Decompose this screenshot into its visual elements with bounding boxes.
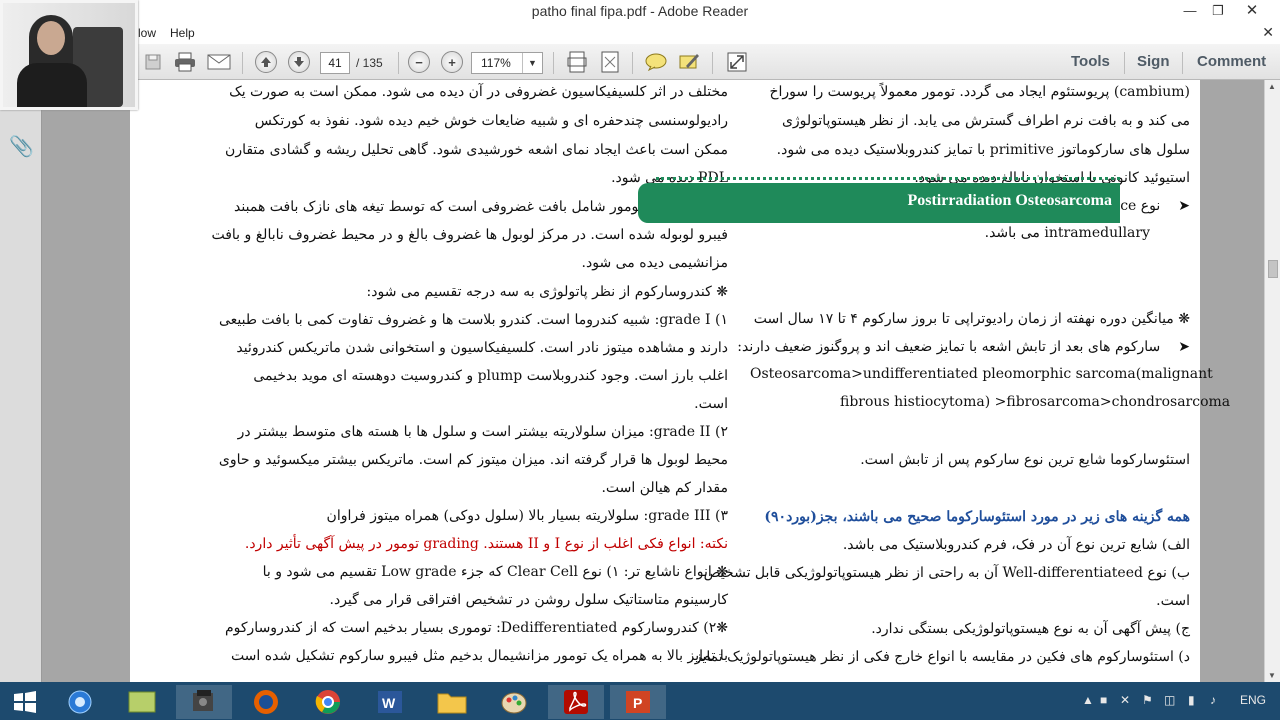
scrollbar-thumb[interactable] [1268, 260, 1278, 278]
page-total-label: / 135 [356, 56, 383, 70]
fit-width-icon[interactable] [597, 50, 623, 74]
text-line: سارکوم های بعد از تابش اشعه با تمایز ضعی… [737, 339, 1161, 355]
scroll-down-icon[interactable]: ▼ [1268, 671, 1276, 680]
title-bar: patho final fipa.pdf - Adobe Reader — ❐ … [0, 0, 1280, 24]
text-line: است. [1156, 593, 1190, 609]
taskbar: W P ▲ ■ ✕ ⚑ ◫ ▮ ♪ ENG [0, 682, 1280, 720]
text-line: ۲) grade II: میزان سلولاریته بیشتر است و… [237, 424, 728, 440]
navigation-panel: 📎 [0, 80, 42, 682]
powerpoint-icon[interactable]: P [610, 685, 666, 719]
toolbar: 41 / 135 − + 117% ▼ Tools Sign Comment [0, 44, 1280, 80]
close-document-icon[interactable]: ✕ [1262, 24, 1274, 41]
attachment-paperclip-icon[interactable]: 📎 [9, 134, 34, 159]
tray-overflow-icon[interactable]: ▲ [1082, 693, 1094, 707]
text-line: intramedullary می باشد. [984, 225, 1150, 241]
chevron-down-icon[interactable]: ▼ [522, 53, 542, 73]
text-line: Osteosarcoma>undifferentiated pleomorphi… [750, 366, 1213, 382]
text-line: ۳) grade III: سلولاریته بسیار بالا (سلول… [326, 508, 728, 524]
paint-icon[interactable] [486, 685, 542, 719]
highlight-pen-icon[interactable] [676, 50, 702, 74]
zoom-select[interactable]: 117% ▼ [471, 52, 543, 74]
zoom-value: 117% [481, 56, 511, 70]
zoom-in-button[interactable]: + [441, 51, 463, 73]
chrome-icon[interactable] [300, 685, 356, 719]
text-line: (cambium) پریوستئوم ایجاد می گردد. تومور… [769, 84, 1190, 100]
notes-app-icon[interactable] [114, 685, 170, 719]
svg-text:W: W [382, 695, 396, 711]
text-line: ب) نوع Well-differentiateed آن به راحتی … [703, 565, 1190, 581]
pdf-page: مختلف در اثر کلسیفیکاسیون غضروفی در آن د… [130, 80, 1230, 682]
tray-device-icon[interactable]: ◫ [1164, 693, 1175, 707]
camera-app-icon[interactable] [176, 685, 232, 719]
page-number-input[interactable]: 41 [320, 52, 350, 74]
next-page-button[interactable] [288, 51, 310, 73]
vertical-scrollbar[interactable]: ▲ ▼ [1264, 80, 1280, 682]
menu-bar: low Help ✕ [0, 24, 1280, 44]
firefox-icon[interactable] [238, 685, 294, 719]
full-screen-icon[interactable] [724, 50, 750, 74]
window-title: patho final fipa.pdf - Adobe Reader [531, 3, 749, 19]
menu-window[interactable]: low [138, 26, 156, 40]
word-icon[interactable]: W [362, 685, 418, 719]
section-banner: Postirradiation Osteosarcoma [638, 183, 1120, 223]
text-line: fibrous histiocytoma) >fibrosarcoma>chon… [840, 394, 1231, 410]
menu-help[interactable]: Help [170, 26, 195, 40]
adobe-reader-icon[interactable] [548, 685, 604, 719]
text-line: د) استئوسارکوم های فکین در مقایسه با انو… [694, 649, 1190, 665]
start-windows-icon[interactable] [0, 685, 50, 719]
tray-app-icon[interactable]: ■ [1100, 693, 1107, 707]
text-line: با تمایز بالا به همراه یک تومور مزانشیما… [230, 648, 728, 664]
comment-bubble-icon[interactable] [643, 50, 669, 74]
file-explorer-icon[interactable] [424, 685, 480, 719]
zoom-out-button[interactable]: − [408, 51, 430, 73]
webcam-overlay [0, 0, 138, 110]
text-line: ج) پیش آگهی آن به نوع هیستوپاتولوژیکی بس… [871, 621, 1190, 637]
close-window-button[interactable]: ✕ [1238, 0, 1266, 22]
section-divider [656, 177, 1120, 180]
previous-page-button[interactable] [255, 51, 277, 73]
text-line: مزانشیمی دیده می شود. [581, 255, 728, 271]
minimize-button[interactable]: — [1176, 0, 1204, 22]
text-line: می کند و به بافت نرم اطراف گسترش می یابد… [781, 113, 1190, 129]
tools-button[interactable]: Tools [1071, 53, 1110, 70]
network-status-icon[interactable]: ✕ [1120, 693, 1130, 707]
note-line: نکته: انواع فکی اغلب از نوع I و II هستند… [244, 536, 728, 552]
email-icon[interactable] [206, 50, 232, 74]
text-line: ❋ کندروسارکوم از نظر پاتولوژی به سه درجه… [366, 284, 728, 300]
document-viewport[interactable]: مختلف در اثر کلسیفیکاسیون غضروفی در آن د… [42, 80, 1264, 682]
globe-app-icon[interactable] [52, 685, 108, 719]
text-line: دارند و مشاهده میتوز نادر است. کلسیفیکاس… [236, 340, 728, 356]
text-line: ❋ میانگین دوره نهفته از زمان رادیوتراپی … [753, 311, 1190, 327]
comment-button[interactable]: Comment [1197, 53, 1266, 70]
bullet-line: ➤سارکوم های بعد از تابش اشعه با تمایز ضع… [737, 339, 1190, 355]
text-line: مقدار کم هیالن است. [601, 480, 728, 496]
text-line: کارسینوم متاستاتیک سلول روشن در تشخیص اف… [329, 592, 728, 608]
text-line: محیط لوبول ها قرار گرفته اند. میزان میتو… [218, 452, 728, 468]
text-line: ❋ انواع ناشایع تر: ۱) نوع Clear Cell که … [262, 564, 728, 580]
text-line: مختلف در اثر کلسیفیکاسیون غضروفی در آن د… [229, 84, 728, 100]
text-line: ۱) grade I: شبیه کندروما است. کندرو بلاس… [218, 312, 728, 328]
fit-page-icon[interactable] [564, 50, 590, 74]
text-line: اغلب بارز است. وجود کندروبلاست plump و ک… [253, 368, 728, 384]
save-icon[interactable] [140, 50, 166, 74]
power-icon[interactable]: ▮ [1188, 693, 1195, 707]
text-line: فیبرو لوبوله شده است. در مرکز لوبول ها غ… [211, 227, 728, 243]
text-line: الف) شایع ترین نوع آن در فک، فرم کندروبل… [842, 537, 1190, 553]
text-line: است. [694, 396, 728, 412]
print-icon[interactable] [172, 50, 198, 74]
scroll-up-icon[interactable]: ▲ [1268, 82, 1276, 91]
svg-text:P: P [633, 695, 642, 711]
question-line: همه گزینه های زیر در مورد استئوسارکوما ص… [764, 509, 1190, 525]
text-line: ممکن است باعث ایجاد نمای اشعه خورشیدی شو… [225, 142, 728, 158]
language-indicator[interactable]: ENG [1240, 693, 1266, 707]
text-line: استئوسارکوما شایع ترین نوع سارکوم پس از … [860, 452, 1190, 468]
text-line: ❋۲) کندروسارکوم Dedifferentiated: توموری… [224, 620, 728, 636]
section-title: Postirradiation Osteosarcoma [907, 192, 1112, 209]
volume-icon[interactable]: ♪ [1210, 693, 1216, 707]
text-line: رادیولوسنسی چندحفره ای و شبیه ضایعات خوش… [254, 113, 728, 129]
sign-button[interactable]: Sign [1137, 53, 1170, 70]
tray-flag-icon[interactable]: ⚑ [1142, 693, 1153, 707]
maximize-button[interactable]: ❐ [1204, 0, 1232, 22]
text-line: سلول های سارکوماتوز primitive با تمایز ک… [776, 142, 1190, 158]
